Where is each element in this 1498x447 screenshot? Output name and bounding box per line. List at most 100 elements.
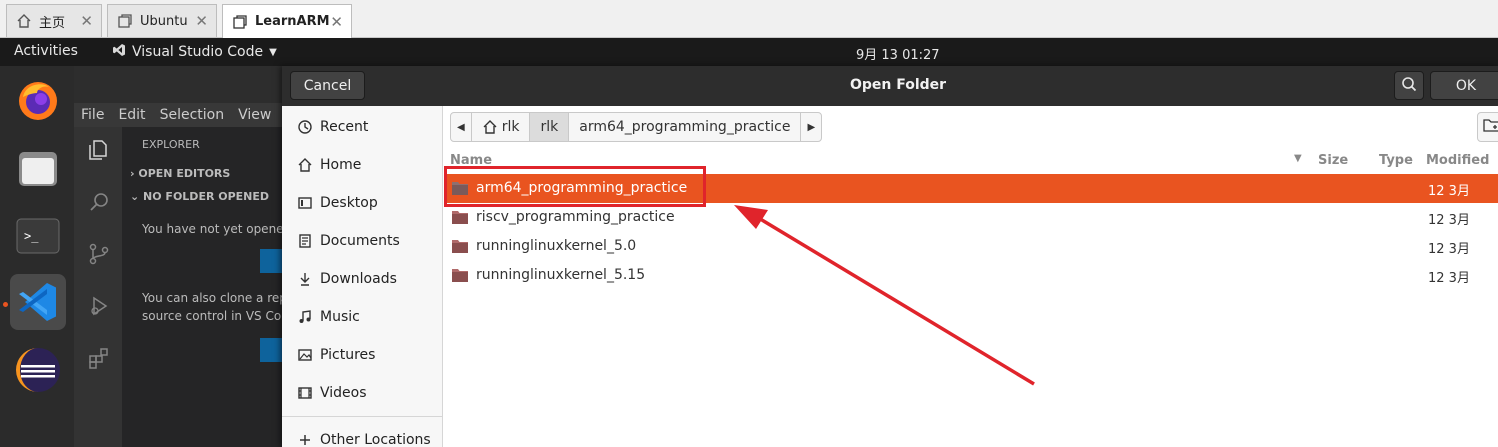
firefox-icon[interactable] — [10, 72, 66, 128]
terminal-icon[interactable]: >_ — [10, 208, 66, 264]
vscode-explorer-panel: EXPLORER › OPEN EDITORS ⌄ NO FOLDER OPEN… — [122, 127, 290, 447]
file-modified: 12 3月 — [1428, 184, 1470, 199]
search-icon[interactable] — [86, 189, 112, 215]
menu-selection[interactable]: Selection — [160, 107, 225, 123]
tab-strip: 主页 ✕ Ubuntu ✕ LearnARM ✕ — [0, 0, 1498, 38]
source-control-icon[interactable] — [86, 241, 112, 267]
menu-view[interactable]: View — [238, 107, 271, 123]
place-music[interactable]: Music — [282, 299, 442, 335]
column-size[interactable]: Size — [1318, 153, 1348, 168]
open-folder-dialog: Cancel Open Folder OK Recent Home Deskto… — [282, 66, 1498, 447]
dialog-title: Open Folder — [849, 77, 947, 93]
ubuntu-top-bar: Activities Visual Studio Code ▼ 9月 13 01… — [0, 38, 1498, 66]
folder-icon — [452, 239, 468, 253]
eclipse-icon[interactable] — [10, 342, 66, 398]
place-recent[interactable]: Recent — [282, 109, 442, 145]
place-documents[interactable]: Documents — [282, 223, 442, 259]
file-modified: 12 3月 — [1428, 271, 1470, 286]
open-editors-section[interactable]: › OPEN EDITORS — [130, 167, 230, 180]
clock-icon — [296, 118, 314, 136]
clock[interactable]: 9月 13 01:27 — [856, 44, 940, 63]
place-home[interactable]: Home — [282, 147, 442, 183]
home-icon — [15, 12, 33, 30]
column-modified[interactable]: Modified — [1426, 153, 1489, 168]
file-modified: 12 3月 — [1428, 213, 1470, 228]
menu-file[interactable]: File — [81, 107, 104, 123]
document-icon — [296, 232, 314, 250]
place-videos[interactable]: Videos — [282, 375, 442, 411]
running-indicator — [3, 302, 8, 307]
search-button[interactable] — [1394, 71, 1424, 100]
close-icon[interactable]: ✕ — [330, 13, 343, 31]
ok-button[interactable]: OK — [1430, 71, 1498, 100]
desktop-icon — [296, 194, 314, 212]
tab-label: Ubuntu — [140, 13, 188, 29]
no-folder-section[interactable]: ⌄ NO FOLDER OPENED — [130, 190, 269, 203]
dialog-header: Cancel Open Folder OK — [282, 66, 1498, 106]
picture-icon — [296, 346, 314, 364]
file-name: runninglinuxkernel_5.15 — [476, 267, 646, 283]
tab-learnarm[interactable]: LearnARM ✕ — [222, 4, 352, 38]
app-menu[interactable]: Visual Studio Code ▼ — [112, 43, 277, 61]
tab-label: LearnARM — [255, 14, 330, 29]
clone-message-line2: source control in VS Coc — [142, 309, 288, 323]
file-row[interactable]: runninglinuxkernel_5.15 12 3月 — [444, 261, 1498, 290]
chevron-left-icon: ◀ — [457, 121, 465, 133]
screen: 主页 ✕ Ubuntu ✕ LearnARM ✕ Activities Visu… — [0, 0, 1498, 447]
path-crumb-rlk[interactable]: rlk — [529, 112, 570, 142]
window-icon — [231, 13, 249, 31]
places-separator — [282, 416, 442, 417]
music-icon — [296, 308, 314, 326]
file-row[interactable]: runninglinuxkernel_5.0 12 3月 — [444, 232, 1498, 261]
explorer-icon[interactable] — [86, 137, 112, 163]
folder-icon — [452, 268, 468, 282]
app-name: Visual Studio Code — [132, 44, 264, 60]
folder-icon — [452, 210, 468, 224]
vscode-small-icon — [112, 43, 126, 61]
vscode-activity-bar — [74, 127, 122, 447]
close-icon[interactable]: ✕ — [80, 12, 93, 30]
home-icon — [482, 119, 498, 135]
file-row[interactable]: riscv_programming_practice 12 3月 — [444, 203, 1498, 232]
no-folder-message: You have not yet opene — [142, 222, 284, 236]
menu-edit[interactable]: Edit — [118, 107, 145, 123]
dock: >_ — [0, 66, 74, 447]
place-desktop[interactable]: Desktop — [282, 185, 442, 221]
home-icon — [296, 156, 314, 174]
file-name: runninglinuxkernel_5.0 — [476, 238, 637, 254]
extensions-icon[interactable] — [86, 345, 112, 371]
window-icon — [116, 12, 134, 30]
path-back-button[interactable]: ◀ — [450, 112, 472, 142]
place-other-locations[interactable]: Other Locations — [282, 422, 442, 447]
vscode-menubar: File Edit Selection View G — [74, 103, 296, 127]
chevron-down-icon: ▼ — [269, 46, 277, 58]
plus-icon — [296, 431, 314, 447]
path-bar: ◀ rlk rlk arm64_programming_practice ▶ — [450, 112, 823, 142]
tab-ubuntu[interactable]: Ubuntu ✕ — [107, 4, 217, 37]
column-type[interactable]: Type — [1379, 153, 1413, 168]
new-folder-button[interactable] — [1477, 112, 1498, 142]
clone-message-line1: You can also clone a rep — [142, 291, 287, 305]
annotation-highlight-box — [444, 166, 706, 207]
svg-text:>_: >_ — [24, 229, 39, 243]
tab-label: 主页 — [39, 15, 66, 31]
activities-button[interactable]: Activities — [14, 43, 78, 59]
file-name: riscv_programming_practice — [476, 209, 675, 225]
run-debug-icon[interactable] — [86, 293, 112, 319]
tab-home[interactable]: 主页 ✕ — [6, 4, 102, 37]
path-forward-button[interactable]: ▶ — [800, 112, 823, 142]
close-icon[interactable]: ✕ — [195, 12, 208, 30]
place-pictures[interactable]: Pictures — [282, 337, 442, 373]
files-icon[interactable] — [10, 140, 66, 196]
path-crumb-home[interactable]: rlk — [470, 112, 531, 142]
path-crumb-arm64[interactable]: arm64_programming_practice — [568, 112, 802, 142]
vscode-icon[interactable] — [10, 274, 66, 330]
explorer-title: EXPLORER — [142, 138, 200, 151]
chevron-right-icon: ▶ — [807, 121, 816, 133]
place-downloads[interactable]: Downloads — [282, 261, 442, 297]
search-icon — [1401, 76, 1417, 96]
download-icon — [296, 270, 314, 288]
folder-new-icon — [1483, 117, 1498, 137]
file-modified: 12 3月 — [1428, 242, 1470, 257]
chevron-down-icon[interactable]: ▼ — [1294, 153, 1302, 164]
